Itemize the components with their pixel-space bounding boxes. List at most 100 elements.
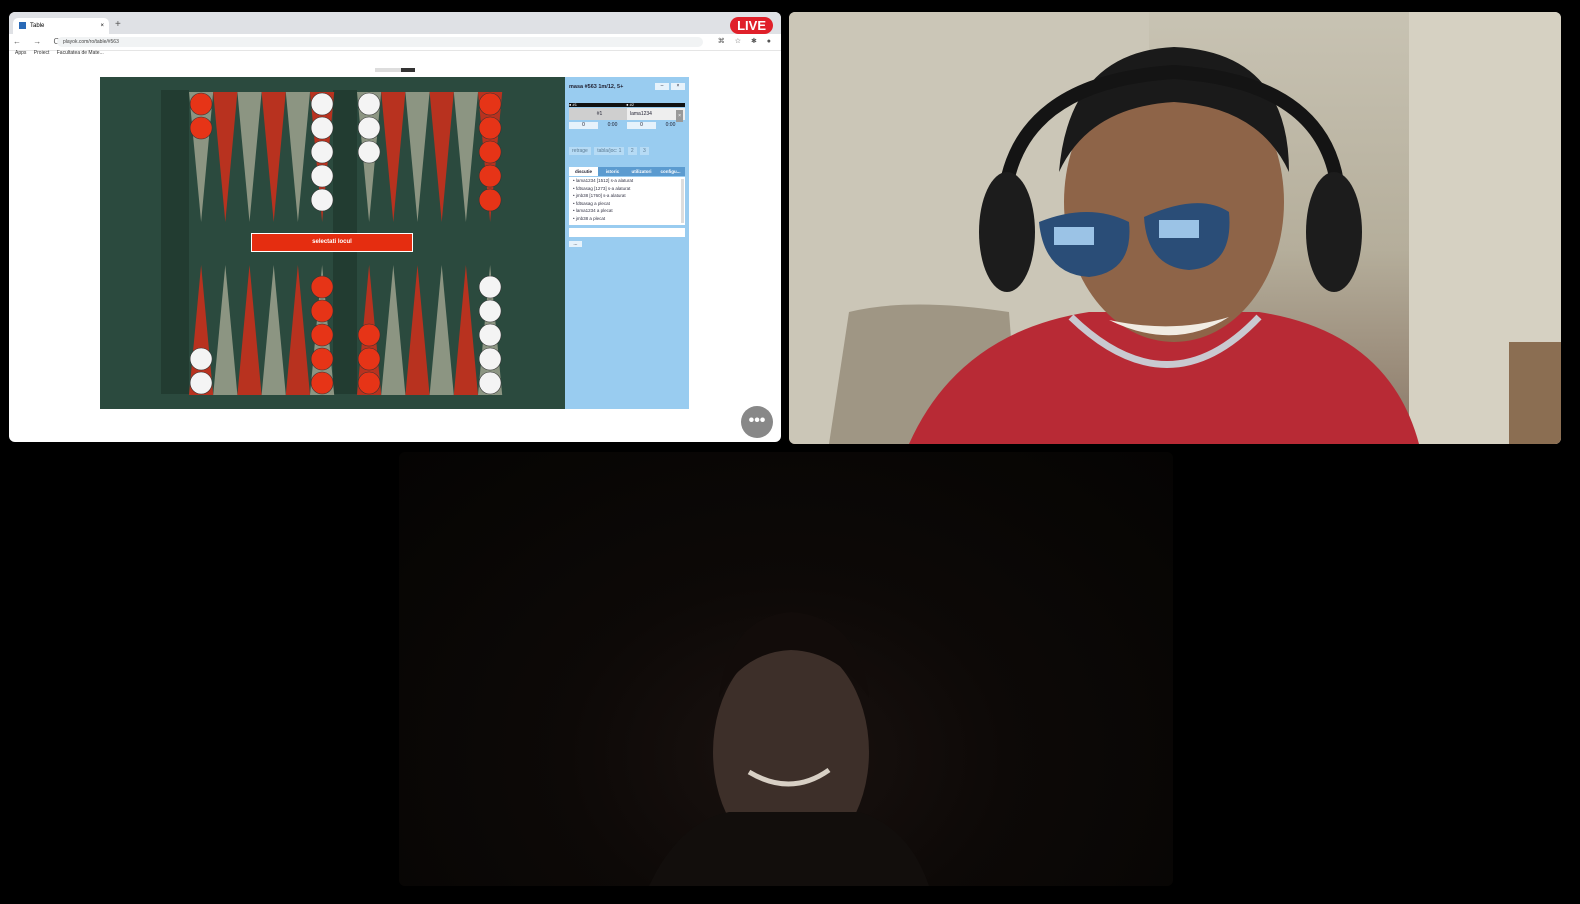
close-button[interactable]: ×	[671, 83, 685, 90]
game-side-panel: masa #563 1m/12, 5+ – × ● #1 ● #2 #1 lama…	[565, 77, 689, 409]
browser-tab-bar: Table × + LIVE	[9, 12, 781, 34]
red-checker[interactable]	[478, 188, 502, 212]
red-checker[interactable]	[189, 92, 213, 116]
board-point[interactable]	[285, 92, 310, 222]
red-checker[interactable]	[310, 371, 334, 395]
bookmark-proiect[interactable]: Proiect	[34, 50, 50, 56]
resign-button[interactable]: retrage	[569, 147, 591, 155]
white-checker[interactable]	[478, 323, 502, 347]
red-checker[interactable]	[189, 116, 213, 140]
white-checker[interactable]	[478, 275, 502, 299]
time2: 0:00	[665, 122, 676, 128]
live-badge: LIVE	[730, 17, 773, 34]
white-checker[interactable]	[357, 140, 381, 164]
white-checker[interactable]	[310, 188, 334, 212]
chat-line: • jmb38 [1760] s-a alaturat	[573, 193, 626, 198]
chat-input[interactable]	[569, 228, 685, 237]
board-game-2-button[interactable]: 2	[627, 147, 637, 155]
board-point[interactable]	[261, 265, 286, 395]
red-checker[interactable]	[357, 371, 381, 395]
board-point[interactable]	[285, 265, 310, 395]
panel-window-buttons: – ×	[653, 83, 685, 90]
white-checker[interactable]	[357, 92, 381, 116]
url-field[interactable]: playok.com/ro/table/#563	[57, 37, 703, 47]
address-bar-row: ← → C playok.com/ro/table/#563 ⌘ ☆ ✱ ●	[9, 34, 781, 51]
select-seat-button[interactable]: selectati locul	[251, 233, 413, 252]
red-checker[interactable]	[310, 275, 334, 299]
seats-area: ● #1 ● #2 #1 lama1234 × 0 0:00 0 0:00	[569, 103, 685, 129]
red-checker[interactable]	[478, 164, 502, 188]
extensions-icon[interactable]: ⌘ ☆ ✱ ●	[718, 37, 775, 45]
board-point[interactable]	[429, 265, 454, 395]
tab-config[interactable]: configu...	[656, 167, 685, 176]
board-point[interactable]	[213, 265, 238, 395]
white-checker[interactable]	[310, 92, 334, 116]
chat-send-button[interactable]: ...	[569, 241, 582, 247]
chat-line: • jmb38 a plecat	[573, 215, 606, 221]
more-options-button[interactable]: •••	[741, 406, 773, 438]
new-tab-icon[interactable]: +	[115, 19, 121, 30]
participant-2-figure	[649, 612, 929, 886]
board-point[interactable]	[237, 265, 262, 395]
tab-discussion[interactable]: discutie	[569, 167, 598, 176]
tab-close-icon[interactable]: ×	[100, 18, 104, 34]
seat1-label: ● #1	[569, 102, 577, 107]
red-checker[interactable]	[357, 323, 381, 347]
panel-tabs: discutie istoric utilizatori configu...	[569, 167, 685, 176]
seat-header: ● #1 ● #2	[569, 103, 685, 107]
board-point[interactable]	[213, 92, 238, 222]
minimize-button[interactable]: –	[655, 83, 669, 90]
white-checker[interactable]	[189, 347, 213, 371]
page-scrollbar[interactable]	[375, 68, 415, 72]
seat2-player: lama1234 ×	[627, 108, 685, 122]
white-checker[interactable]	[478, 371, 502, 395]
red-checker[interactable]	[478, 92, 502, 116]
board-point[interactable]	[405, 92, 430, 222]
board-point[interactable]	[453, 265, 478, 395]
white-checker[interactable]	[310, 164, 334, 188]
seat1-button[interactable]: #1	[569, 108, 627, 120]
red-checker[interactable]	[310, 299, 334, 323]
backgammon-board[interactable]: selectati locul	[100, 77, 565, 409]
board-point[interactable]	[429, 92, 454, 222]
score2: 0	[627, 122, 656, 129]
bookmark-facultatea[interactable]: Facultatea de Mate...	[57, 50, 104, 56]
white-checker[interactable]	[189, 371, 213, 395]
board-point[interactable]	[381, 265, 406, 395]
red-checker[interactable]	[357, 347, 381, 371]
time1: 0:00	[607, 122, 618, 128]
board-point[interactable]	[381, 92, 406, 222]
board-game-1-button[interactable]: tabla/joc: 1	[594, 147, 625, 155]
participant-1-figure	[789, 12, 1561, 444]
board-point[interactable]	[453, 92, 478, 222]
white-checker[interactable]	[310, 116, 334, 140]
participant-video-2	[399, 452, 1173, 886]
chat-scrollbar[interactable]	[681, 179, 684, 223]
tab-users[interactable]: utilizatori	[627, 167, 656, 176]
seat2-label: ● #2	[626, 102, 635, 107]
board-game-3-button[interactable]: 3	[639, 147, 649, 155]
red-checker[interactable]	[478, 140, 502, 164]
tab-favicon-icon	[19, 21, 26, 29]
bookmark-apps[interactable]: Apps	[15, 50, 26, 56]
board-point[interactable]	[237, 92, 262, 222]
board-point[interactable]	[405, 265, 430, 395]
action-buttons: retrage tabla/joc: 1 2 3	[569, 147, 651, 155]
white-checker[interactable]	[310, 140, 334, 164]
tab-history[interactable]: istoric	[598, 167, 627, 176]
participant-video-1	[789, 12, 1561, 444]
white-checker[interactable]	[478, 347, 502, 371]
chat-line: • lama1234 [1512] s-a alaturat	[573, 178, 634, 183]
tab-title: Table	[30, 23, 45, 29]
chat-line: • fdtsasag a plecat	[573, 200, 610, 206]
browser-tab[interactable]: Table ×	[13, 18, 109, 34]
board-point[interactable]	[261, 92, 286, 222]
red-checker[interactable]	[310, 323, 334, 347]
white-checker[interactable]	[357, 116, 381, 140]
chat-log[interactable]: • lama1234 [1512] s-a alaturat • fdtsasa…	[569, 177, 685, 225]
seat2-close-icon[interactable]: ×	[676, 110, 683, 122]
chat-line: • fdtsasag [1273] s-a alaturat	[573, 185, 631, 191]
red-checker[interactable]	[478, 116, 502, 140]
white-checker[interactable]	[478, 299, 502, 323]
red-checker[interactable]	[310, 347, 334, 371]
